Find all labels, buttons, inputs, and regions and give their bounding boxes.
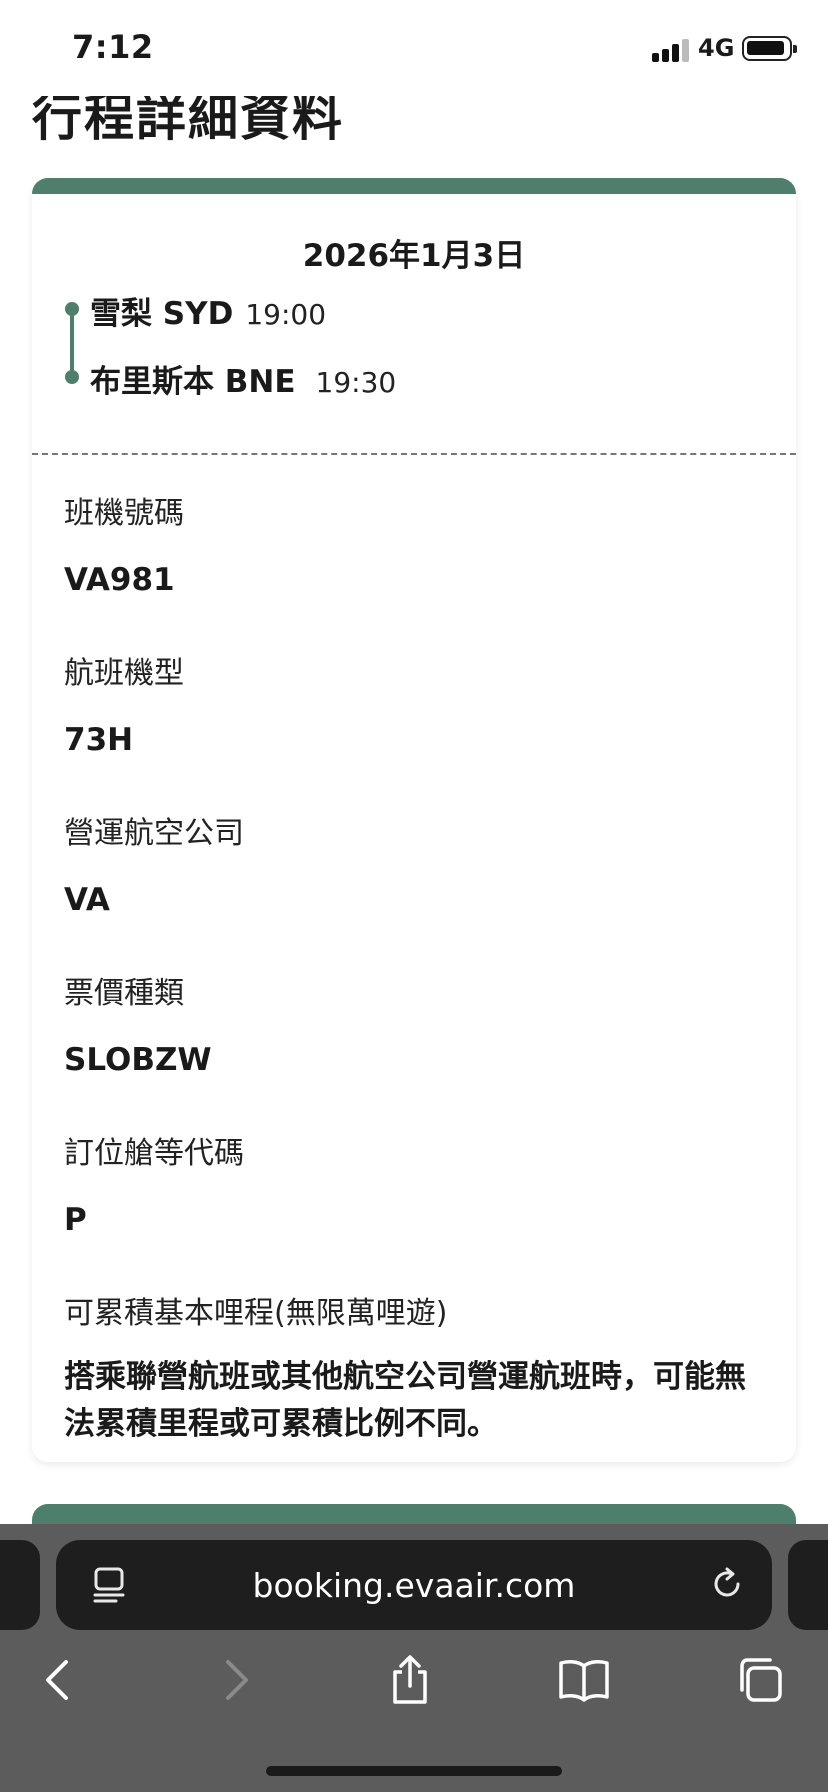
fare-basis-label: 票價種類 bbox=[64, 976, 184, 1011]
flight-number-value: VA981 bbox=[64, 562, 175, 598]
operating-carrier-value: VA bbox=[64, 882, 110, 918]
booking-class-label: 訂位艙等代碼 bbox=[64, 1136, 244, 1171]
departure-time: 19:00 bbox=[245, 298, 327, 331]
flight-number-label: 班機號碼 bbox=[64, 496, 184, 531]
arrival-row: 布里斯本 BNE 19:30 bbox=[90, 356, 396, 401]
route-line bbox=[70, 308, 74, 374]
fare-basis-value: SLOBZW bbox=[64, 1042, 212, 1078]
share-button[interactable] bbox=[374, 1644, 446, 1716]
forward-icon bbox=[226, 1660, 248, 1700]
battery-icon bbox=[742, 36, 797, 61]
flight-date: 2026年1月3日 bbox=[302, 238, 526, 274]
browser-toolbar: booking.evaair.com bbox=[0, 1524, 828, 1792]
network-label: 4G bbox=[698, 34, 735, 62]
mileage-label: 可累積基本哩程(無限萬哩遊) bbox=[64, 1296, 448, 1331]
departure-city: 雪梨 SYD bbox=[90, 296, 234, 332]
operating-carrier-label: 營運航空公司 bbox=[64, 816, 244, 851]
tabs-icon bbox=[740, 1658, 782, 1702]
screen: 7:12 4G 行程詳細資料 2026年1月3日 雪梨 SYD 19:00 布里 bbox=[0, 0, 828, 1792]
tabs-button[interactable] bbox=[724, 1644, 796, 1716]
itinerary-card: 2026年1月3日 雪梨 SYD 19:00 布里斯本 BNE 19:30 班機… bbox=[32, 178, 796, 1462]
arrival-dot bbox=[65, 370, 79, 384]
browser-nav bbox=[0, 1644, 828, 1744]
aircraft-type-label: 航班機型 bbox=[64, 656, 184, 691]
bookmarks-button[interactable] bbox=[548, 1644, 620, 1716]
address-bar[interactable]: booking.evaair.com bbox=[56, 1540, 772, 1630]
url-text[interactable]: booking.evaair.com bbox=[56, 1566, 772, 1605]
share-icon bbox=[393, 1655, 427, 1704]
reload-icon[interactable] bbox=[708, 1565, 746, 1603]
arrival-time: 19:30 bbox=[315, 366, 397, 399]
route: 雪梨 SYD 19:00 布里斯本 BNE 19:30 bbox=[32, 288, 796, 408]
card-accent-bar bbox=[32, 178, 796, 194]
status-bar: 7:12 4G bbox=[0, 0, 828, 96]
aircraft-type-value: 73H bbox=[64, 722, 134, 758]
booking-class-value: P bbox=[64, 1202, 87, 1238]
signal-icon bbox=[652, 38, 690, 62]
home-indicator bbox=[266, 1766, 562, 1776]
mileage-note: 搭乘聯營航班或其他航空公司營運航班時，可能無法累積里程或可累積比例不同。 bbox=[64, 1359, 746, 1442]
bookmarks-icon bbox=[559, 1660, 609, 1702]
back-button[interactable] bbox=[22, 1644, 94, 1716]
back-icon bbox=[46, 1660, 68, 1700]
dashed-divider bbox=[32, 453, 796, 455]
flight-details: 班機號碼 VA981 航班機型 73H 營運航空公司 VA 票價種類 SLOBZ… bbox=[64, 488, 764, 1448]
arrival-city: 布里斯本 BNE bbox=[90, 364, 296, 400]
next-tab-preview[interactable] bbox=[788, 1540, 828, 1630]
previous-tab-preview[interactable] bbox=[0, 1540, 40, 1630]
departure-row: 雪梨 SYD 19:00 bbox=[90, 288, 326, 333]
status-time: 7:12 bbox=[72, 28, 154, 66]
forward-button[interactable] bbox=[200, 1644, 272, 1716]
departure-dot bbox=[65, 302, 79, 316]
